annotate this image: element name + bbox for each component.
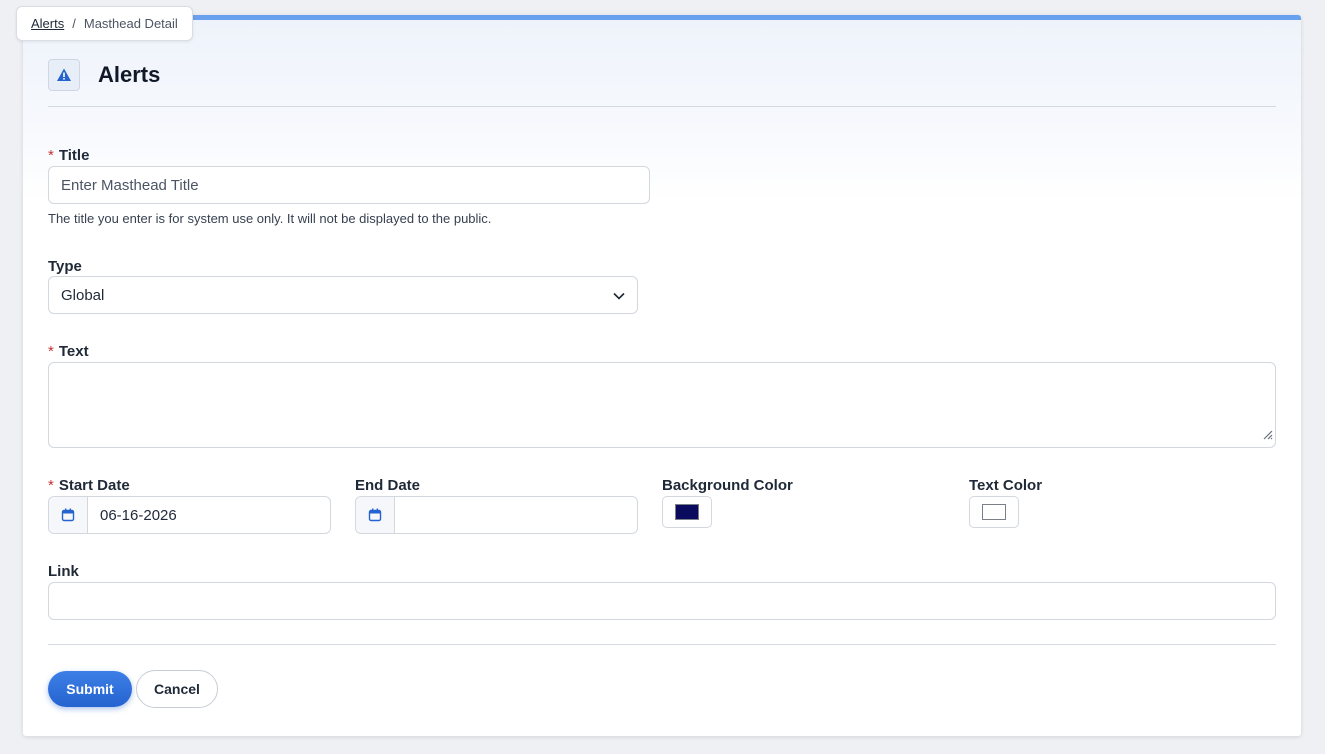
type-select-value: Global [61, 286, 105, 304]
background-color-label: Background Color [662, 477, 793, 494]
required-marker: * [48, 343, 54, 360]
breadcrumb-current: Masthead Detail [83, 16, 178, 31]
calendar-icon[interactable] [49, 497, 88, 533]
submit-button[interactable]: Submit [48, 671, 132, 707]
start-date-value[interactable]: 06-16-2026 [88, 497, 330, 533]
end-date-label: End Date [355, 477, 421, 494]
page-title: Alerts [98, 61, 161, 87]
text-textarea[interactable] [48, 362, 1276, 448]
title-help-text: The title you enter is for system use on… [48, 211, 492, 226]
required-marker: * [48, 147, 54, 164]
type-label: Type [48, 258, 82, 275]
resize-handle-icon[interactable] [1261, 427, 1273, 445]
text-color-picker[interactable] [969, 496, 1019, 528]
title-label: * Title [48, 147, 90, 164]
chevron-down-icon [613, 287, 625, 304]
breadcrumb-link-alerts[interactable]: Alerts [31, 16, 64, 31]
text-color-label: Text Color [969, 477, 1043, 494]
text-color-swatch [982, 504, 1006, 520]
link-input[interactable] [48, 582, 1276, 620]
start-date-field[interactable]: 06-16-2026 [48, 496, 331, 534]
end-date-value[interactable] [395, 497, 637, 533]
start-date-label: * Start Date [48, 477, 130, 494]
form-divider [48, 644, 1276, 645]
breadcrumb-separator: / [72, 16, 76, 31]
background-color-swatch [675, 504, 699, 520]
page-header: Alerts [48, 55, 1276, 107]
masthead-form-card: Alerts *Title The title you enter is for… [23, 15, 1301, 736]
link-label: Link [48, 563, 79, 580]
required-marker: * [48, 477, 54, 494]
title-input[interactable] [48, 166, 650, 204]
end-date-field[interactable] [355, 496, 638, 534]
cancel-button[interactable]: Cancel [136, 670, 218, 708]
calendar-icon[interactable] [356, 497, 395, 533]
breadcrumb: Alerts / Masthead Detail [16, 6, 193, 41]
background-color-picker[interactable] [662, 496, 712, 528]
type-select[interactable]: Global [48, 276, 638, 314]
text-label: * Text [48, 343, 89, 360]
warning-triangle-icon [48, 58, 80, 91]
